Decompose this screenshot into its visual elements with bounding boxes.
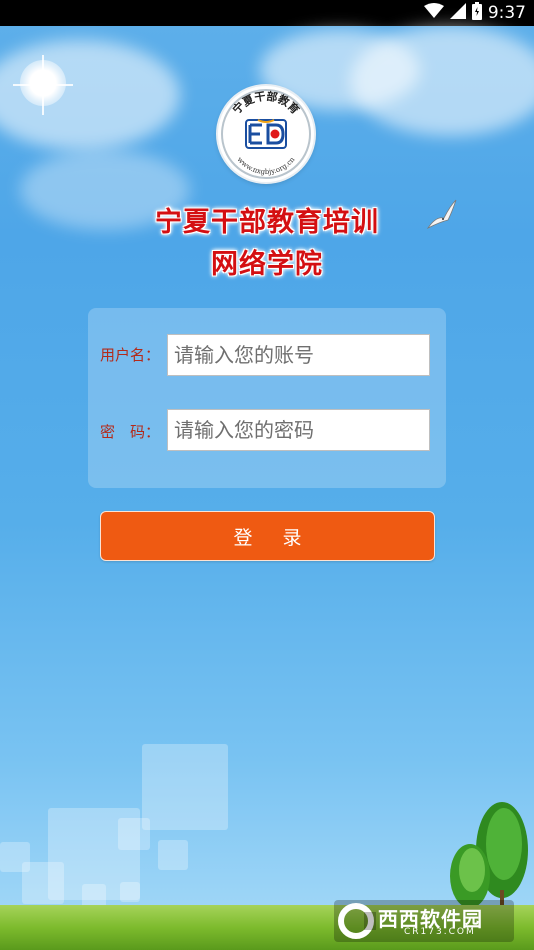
decorative-square: [142, 744, 228, 830]
page-title-line2: 网络学院: [211, 249, 323, 280]
page-title-line1: 宁夏干部教育培训: [155, 207, 379, 238]
sun-ray: [42, 55, 44, 115]
wifi-icon: [423, 3, 444, 23]
tree-icon: [442, 800, 534, 916]
status-icons: 9:37: [423, 2, 526, 24]
decorative-square: [22, 862, 64, 904]
decorative-square: [158, 840, 188, 870]
cloud: [350, 26, 534, 136]
watermark-domain: CR173.COM: [404, 927, 476, 937]
signal-icon: [449, 3, 466, 23]
institution-logo: 宁夏干部教育 www.nxgbjy.org.cn: [218, 86, 314, 182]
password-label: 密 码：: [100, 423, 161, 441]
password-input[interactable]: [167, 409, 430, 451]
username-label: 用户名：: [100, 346, 161, 364]
battery-icon: [471, 2, 482, 24]
login-button[interactable]: 登录: [100, 511, 435, 561]
watermark-logo: 西西软件园 CR173.COM: [334, 900, 514, 942]
status-time: 9:37: [487, 3, 526, 23]
username-input[interactable]: [167, 334, 430, 376]
decorative-square: [118, 818, 150, 850]
decorative-square: [120, 882, 140, 902]
status-bar: 9:37: [0, 0, 534, 26]
